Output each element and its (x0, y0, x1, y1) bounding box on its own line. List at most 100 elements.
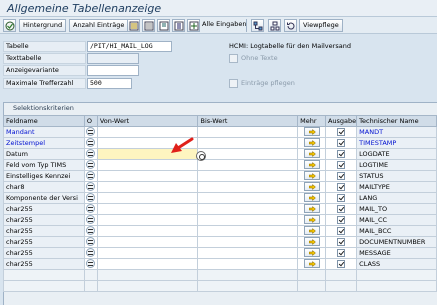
selection-criteria-table: Feldname O Von-Wert Bis-Wert Mehr Ausgab… (3, 115, 437, 292)
multiple-selection-arrow-icon[interactable] (303, 127, 320, 137)
output-checkbox[interactable] (337, 248, 346, 257)
max-hits-input[interactable]: 500 (87, 78, 132, 89)
table-name-input[interactable]: /PIT/HI_MAIL_LOG (87, 41, 172, 52)
col-header-to[interactable]: Bis-Wert (197, 115, 299, 127)
output-checkbox[interactable] (337, 149, 346, 158)
to-value-input[interactable] (197, 236, 299, 248)
multiple-selection-arrow-icon[interactable] (303, 204, 320, 214)
multiple-selection-arrow-icon[interactable] (303, 259, 320, 269)
refresh-icon[interactable] (284, 19, 297, 32)
technical-name: LANG (356, 192, 437, 204)
view-maintenance-button[interactable]: Viewpflege (299, 19, 343, 32)
without-texts-label: Ohne Texte (241, 54, 278, 62)
detail-icon[interactable] (172, 19, 185, 32)
col-header-option[interactable]: O (83, 115, 98, 127)
table-row: char255 MESSAGE (3, 247, 437, 259)
layout-input[interactable] (87, 65, 139, 76)
structure-icon[interactable] (251, 19, 264, 32)
multiple-selection-arrow-icon[interactable] (303, 226, 320, 236)
table-row: Komponente der Versi LANG (3, 192, 437, 204)
to-value-input[interactable] (197, 181, 299, 193)
output-checkbox[interactable] (337, 138, 346, 147)
to-value-input[interactable] (197, 148, 299, 160)
from-value-input[interactable] (96, 181, 199, 193)
to-value-input[interactable] (197, 137, 299, 149)
output-checkbox[interactable] (337, 171, 346, 180)
texttable-field (87, 53, 139, 64)
deselect-all-icon[interactable] (142, 19, 155, 32)
select-all-icon[interactable] (127, 19, 140, 32)
output-checkbox[interactable] (337, 127, 346, 136)
to-value-input[interactable] (197, 203, 299, 215)
selection-option-icon[interactable] (86, 237, 96, 247)
multiple-selection-arrow-icon[interactable] (303, 215, 320, 225)
to-value-input[interactable] (197, 126, 299, 138)
selection-option-icon[interactable] (86, 171, 96, 181)
output-checkbox[interactable] (337, 204, 346, 213)
table-row: Feld vom Typ TIMS LOGTIME (3, 159, 437, 171)
value-help-icon[interactable] (196, 151, 206, 161)
maintain-entries-checkbox[interactable] (229, 79, 238, 88)
selection-option-icon[interactable] (86, 160, 96, 170)
without-texts-checkbox[interactable] (229, 54, 238, 63)
selection-option-icon[interactable] (86, 182, 96, 192)
multiple-selection-arrow-icon[interactable] (303, 160, 320, 170)
multiple-selection-arrow-icon[interactable] (303, 138, 320, 148)
all-entries-button[interactable]: Alle Eingaben (199, 19, 250, 32)
selection-option-icon[interactable] (86, 149, 96, 159)
from-value-input[interactable] (96, 214, 199, 226)
selection-option-icon[interactable] (86, 259, 96, 269)
from-value-input[interactable] (96, 192, 199, 204)
multiple-selection-arrow-icon[interactable] (303, 171, 320, 181)
from-value-input[interactable] (96, 247, 199, 259)
to-value-input[interactable] (197, 214, 299, 226)
multiple-selection-arrow-icon[interactable] (303, 149, 320, 159)
hierarchy-icon[interactable] (268, 19, 281, 32)
output-checkbox[interactable] (337, 237, 346, 246)
field-name: Komponente der Versi (3, 192, 85, 204)
output-checkbox[interactable] (337, 259, 346, 268)
selection-option-icon[interactable] (86, 215, 96, 225)
table-row: char255 MAIL_CC (3, 214, 437, 226)
col-header-from[interactable]: Von-Wert (96, 115, 199, 127)
selection-option-icon[interactable] (86, 204, 96, 214)
output-checkbox[interactable] (337, 226, 346, 235)
execute-icon[interactable] (3, 19, 16, 32)
multiple-selection-arrow-icon[interactable] (303, 193, 320, 203)
output-checkbox[interactable] (337, 215, 346, 224)
multiple-selection-arrow-icon[interactable] (303, 237, 320, 247)
table-description: HCMI: Logtabelle für den Mailversand (229, 42, 351, 50)
technical-name: MAIL_CC (356, 214, 437, 226)
col-header-technical[interactable]: Technischer Name (356, 115, 437, 127)
to-value-input[interactable] (197, 159, 299, 171)
output-checkbox[interactable] (337, 160, 346, 169)
to-value-input[interactable] (197, 192, 299, 204)
from-value-input[interactable] (96, 203, 199, 215)
from-value-input[interactable] (96, 170, 199, 182)
table-row: Einstelliges Kennzei STATUS (3, 170, 437, 182)
filter-icon[interactable] (157, 19, 170, 32)
background-button[interactable]: Hintergrund (19, 19, 67, 32)
empty-cell (297, 269, 326, 281)
from-value-input[interactable] (96, 159, 199, 171)
selection-option-icon[interactable] (86, 226, 96, 236)
to-value-input[interactable] (197, 170, 299, 182)
from-value-input[interactable] (96, 225, 199, 237)
col-header-output[interactable]: Ausgabe (324, 115, 358, 127)
output-checkbox[interactable] (337, 182, 346, 191)
multiple-selection-arrow-icon[interactable] (303, 248, 320, 258)
to-value-input[interactable] (197, 225, 299, 237)
entry-count-button[interactable]: Anzahl Einträge (69, 19, 129, 32)
selection-option-icon[interactable] (86, 127, 96, 137)
col-header-more[interactable]: Mehr (297, 115, 326, 127)
from-value-input[interactable] (96, 258, 199, 270)
output-checkbox[interactable] (337, 193, 346, 202)
col-header-fieldname[interactable]: Feldname (3, 115, 85, 127)
selection-option-icon[interactable] (86, 138, 96, 148)
multiple-selection-arrow-icon[interactable] (303, 182, 320, 192)
to-value-input[interactable] (197, 258, 299, 270)
from-value-input[interactable] (96, 236, 199, 248)
to-value-input[interactable] (197, 247, 299, 259)
selection-option-icon[interactable] (86, 193, 96, 203)
selection-option-icon[interactable] (86, 248, 96, 258)
